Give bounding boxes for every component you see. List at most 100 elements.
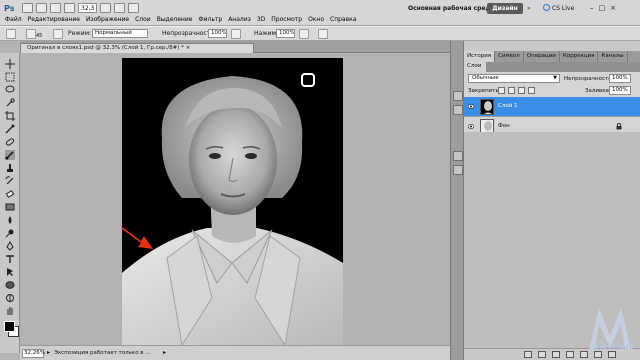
layer-opacity-field[interactable]: 100%: [609, 74, 631, 83]
cs-live-button[interactable]: CS Live: [543, 4, 574, 12]
layer-opacity-label: Непрозрачность:: [564, 76, 614, 82]
link-layers-icon[interactable]: [524, 351, 532, 358]
collapsed-panel-dock: [450, 41, 464, 360]
lock-image-icon[interactable]: [508, 87, 515, 94]
tablet-size-icon[interactable]: [318, 29, 328, 39]
fill-field[interactable]: 100%: [609, 86, 631, 95]
lasso-tool-icon[interactable]: [5, 85, 15, 95]
healing-brush-tool-icon[interactable]: [5, 137, 15, 147]
eye-icon[interactable]: [468, 124, 474, 129]
pen-tool-icon[interactable]: [5, 241, 15, 251]
lock-all-icon[interactable]: [528, 87, 535, 94]
pressure-label: Нажим:: [254, 30, 279, 37]
eraser-tool-icon[interactable]: [5, 189, 15, 199]
airbrush-icon[interactable]: [299, 29, 309, 39]
menu-view[interactable]: Просмотр: [268, 16, 305, 24]
brush-tool-icon[interactable]: [5, 150, 15, 160]
arrange-documents-icon[interactable]: [114, 3, 126, 13]
brush-cursor: [301, 73, 315, 87]
menu-select[interactable]: Выделение: [154, 16, 196, 24]
brush-picker-icon[interactable]: [26, 29, 36, 39]
minibridge-icon[interactable]: [36, 3, 47, 13]
menu-window[interactable]: Окно: [305, 16, 327, 24]
history-brush-tool-icon[interactable]: [5, 176, 15, 186]
foreground-color-swatch[interactable]: [4, 321, 15, 332]
layers-panel-header: Слои: [464, 62, 640, 72]
status-info-icon[interactable]: ▸: [47, 349, 50, 356]
menu-edit[interactable]: Редактирование: [25, 16, 83, 24]
blur-tool-icon[interactable]: [5, 215, 15, 225]
menu-help[interactable]: Справка: [327, 16, 359, 24]
eyedropper-tool-icon[interactable]: [5, 124, 15, 134]
view-extras-icon[interactable]: [100, 3, 112, 13]
lock-position-icon[interactable]: [518, 87, 525, 94]
tab-history[interactable]: История: [464, 51, 496, 62]
hand-icon[interactable]: [50, 3, 61, 13]
brush-tool-preset-icon[interactable]: [6, 29, 16, 39]
lock-transparent-icon[interactable]: [498, 87, 505, 94]
portrait-image[interactable]: [122, 58, 343, 345]
clone-source-icon[interactable]: [453, 165, 463, 175]
menu-layers[interactable]: Слои: [132, 16, 154, 24]
shape-tool-icon[interactable]: [5, 280, 15, 290]
layer-row-layer1[interactable]: Слой 1: [464, 97, 640, 117]
type-tool-icon[interactable]: [5, 254, 15, 264]
menu-3d[interactable]: 3D: [254, 16, 268, 24]
crop-tool-icon[interactable]: [5, 111, 15, 121]
window-controls: – □ ×: [590, 4, 616, 12]
hand-tool-icon[interactable]: [5, 306, 15, 316]
tools-preset-icon[interactable]: [453, 151, 463, 161]
gradient-tool-icon[interactable]: [5, 202, 15, 212]
clone-stamp-tool-icon[interactable]: [5, 163, 15, 173]
mode-select[interactable]: Нормальный: [92, 29, 148, 38]
history-panel-icon[interactable]: [453, 91, 463, 101]
status-expand-icon[interactable]: ▸: [163, 349, 166, 356]
move-tool-icon[interactable]: [5, 59, 15, 69]
3d-rotate-tool-icon[interactable]: [5, 293, 15, 303]
tab-actions[interactable]: Операции: [524, 51, 560, 62]
brush-size-value: 45: [36, 33, 43, 39]
document-tab[interactable]: Оригинал в слоях1.psd @ 32,3% (Слой 1, Г…: [20, 43, 254, 53]
pressure-field[interactable]: 100%: [276, 29, 295, 38]
brush-panel-icon[interactable]: [53, 29, 63, 39]
workspace-label[interactable]: Основная рабочая среда: [408, 5, 494, 12]
dodge-tool-icon[interactable]: [5, 228, 15, 238]
more-workspaces-icon[interactable]: »: [527, 5, 531, 12]
zoom-level-field[interactable]: 32,3: [78, 3, 98, 13]
layer-mask-icon[interactable]: [552, 351, 560, 358]
status-zoom-field[interactable]: 32,26%: [22, 349, 45, 358]
menu-image[interactable]: Изображение: [83, 16, 132, 24]
canvas-area[interactable]: [20, 53, 450, 345]
tab-channels[interactable]: Каналы: [598, 51, 628, 62]
document-tab-close[interactable]: ×: [186, 45, 191, 51]
tab-adjustments[interactable]: Коррекция: [560, 51, 599, 62]
lock-label: Закрепить:: [468, 88, 501, 94]
minimize-button[interactable]: –: [590, 4, 594, 12]
eye-icon[interactable]: [468, 104, 474, 109]
marquee-tool-icon[interactable]: [5, 72, 15, 82]
background-name: Фон: [498, 123, 510, 129]
character-panel-icon[interactable]: [453, 105, 463, 115]
screen-mode-icon[interactable]: [128, 3, 140, 13]
design-workspace-button[interactable]: Дизайн: [487, 3, 523, 14]
blend-mode-select[interactable]: Обычные ▼: [468, 74, 560, 83]
maximize-button[interactable]: □: [599, 4, 606, 12]
menu-filter[interactable]: Фильтр: [195, 16, 225, 24]
close-button[interactable]: ×: [610, 4, 616, 12]
zoom-tool-icon[interactable]: [64, 3, 75, 13]
red-arrow-pointer: [121, 226, 153, 249]
menu-file[interactable]: Файл: [2, 16, 25, 24]
fill-label: Заливка:: [585, 88, 611, 94]
adjustment-layer-icon[interactable]: [566, 351, 574, 358]
quick-select-tool-icon[interactable]: [5, 98, 15, 108]
tablet-opacity-icon[interactable]: [231, 29, 241, 39]
menu-analysis[interactable]: Анализ: [225, 16, 254, 24]
status-message: Экспозиция работает только в ...: [54, 350, 151, 356]
tab-layers[interactable]: Слои: [464, 62, 486, 72]
tab-character[interactable]: Символ: [495, 51, 524, 62]
path-selection-tool-icon[interactable]: [5, 267, 15, 277]
photoshop-logo: Ps: [4, 4, 15, 13]
layer-style-icon[interactable]: [538, 351, 546, 358]
bridge-icon[interactable]: [22, 3, 33, 13]
opacity-field[interactable]: 100%: [208, 29, 227, 38]
